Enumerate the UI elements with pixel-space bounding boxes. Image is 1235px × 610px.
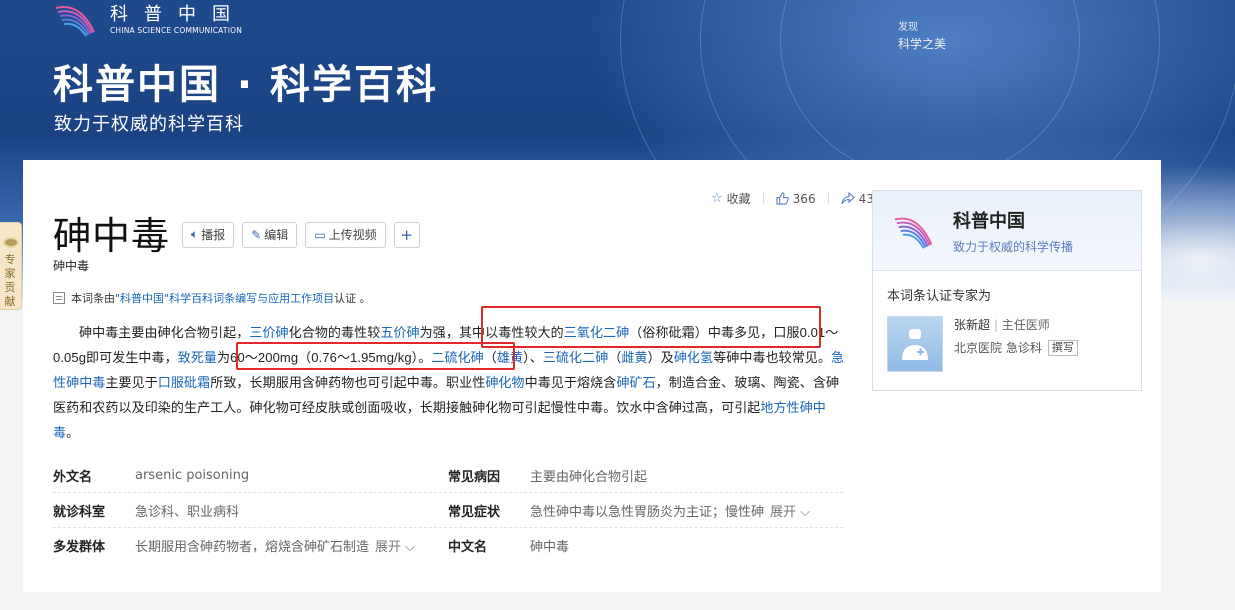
expand-label: 展开 xyxy=(375,540,402,555)
table-row: 外文名 arsenic poisoning 常见病因 主要由砷化合物引起 xyxy=(53,458,843,493)
chevron-down-icon: ⌵ xyxy=(800,504,811,520)
panel-title: 科普中国 xyxy=(953,210,1025,232)
group-expand-button[interactable]: 展开 ⌵ xyxy=(375,536,415,555)
symptom-label: 常见症状 xyxy=(448,504,501,520)
plus-icon: + xyxy=(400,225,413,244)
department-label: 就诊科室 xyxy=(53,504,106,520)
text: 中毒见于熔烧含 xyxy=(524,375,617,390)
kepu-logo-icon xyxy=(894,217,933,249)
symptom-expand-button[interactable]: 展开 ⌵ xyxy=(770,501,810,520)
discover-link[interactable]: 发现 科学之美 xyxy=(898,18,946,52)
text: 。 xyxy=(66,425,80,440)
cn-name-label: 中文名 xyxy=(448,540,488,555)
table-row: 就诊科室 急诊科、职业病科 常见症状 急性砷中毒以急性胃肠炎为主证；慢性砷 展开… xyxy=(53,493,843,528)
panel-subtitle: 致力于权威的科学传播 xyxy=(953,239,1074,254)
broadcast-label: 播报 xyxy=(201,228,226,242)
text: （ xyxy=(608,350,622,365)
certification-line: 本词条由 "科普中国"科学百科词条编写与应用工作项目 认证 。 xyxy=(53,290,371,306)
like-button[interactable]: 366 xyxy=(776,190,816,207)
common-cause-value: 主要由砷化合物引起 xyxy=(530,469,648,485)
table-row: 多发群体 长期服用含砷药物者，熔烧含砷矿石制造 展开 ⌵ 中文名 砷中毒 xyxy=(53,528,843,563)
logo-en-text: CHINA SCIENCE COMMUNICATION xyxy=(110,26,243,35)
collect-button[interactable]: ☆ 收藏 xyxy=(711,190,751,207)
expert-tag: 撰写 xyxy=(1047,339,1078,356)
text: 砷中毒主要由砷化合物引起， xyxy=(79,325,250,340)
group-label: 多发群体 xyxy=(53,540,106,555)
star-icon: ☆ xyxy=(711,191,723,206)
share-button[interactable]: 43 xyxy=(841,190,874,207)
common-cause-label: 常见病因 xyxy=(448,469,501,485)
like-count: 366 xyxy=(792,191,816,206)
cert-suffix: 认证 。 xyxy=(334,292,371,305)
upload-video-button[interactable]: ▭ 上传视频 xyxy=(305,221,386,248)
highlight-box xyxy=(236,342,515,370)
broadcast-button[interactable]: 🔈︎ 播报 xyxy=(182,221,235,248)
expert-label: 本词条认证专家为 xyxy=(887,289,992,304)
thumbs-up-icon xyxy=(776,192,789,205)
expert-org: 北京医院 急诊科 xyxy=(954,341,1042,355)
link-arsenic-trisulfide[interactable]: 三硫化二砷 xyxy=(543,350,609,365)
discover-label: 发现 xyxy=(898,22,918,33)
expert-contribution-tab[interactable]: 专家贡献 xyxy=(0,222,22,310)
chevron-down-icon: ⌵ xyxy=(405,540,416,555)
expert-role: 主任医师 xyxy=(1001,318,1050,332)
add-button[interactable]: + xyxy=(393,221,420,248)
speaker-icon: 🔈︎ xyxy=(191,227,199,241)
certification-panel: 科普中国 致力于权威的科学传播 本词条认证专家为 张新超 | 主任医师 北京医院… xyxy=(872,190,1142,391)
text: 所致，长期服用含砷药物也可引起中毒。职业性 xyxy=(210,375,486,390)
divider xyxy=(827,192,829,204)
video-icon: ▭ xyxy=(314,227,326,242)
symptom-value: 急性砷中毒以急性胃肠炎为主证；慢性砷 xyxy=(530,504,765,520)
site-logo[interactable]: 科普中国 CHINA SCIENCE COMMUNICATION xyxy=(54,2,246,38)
link-arsenide[interactable]: 砷化物 xyxy=(485,375,524,390)
logo-cn-text: 科普中国 xyxy=(110,4,246,25)
basic-info-table: 外文名 arsenic poisoning 常见病因 主要由砷化合物引起 就诊科… xyxy=(53,458,843,563)
expand-label: 展开 xyxy=(770,504,797,520)
side-tab-label: 专家贡献 xyxy=(4,253,16,308)
text: 化合物的毒性较 xyxy=(288,325,381,340)
site-title: 科普中国 · 科学百科 xyxy=(53,62,439,108)
document-icon xyxy=(53,292,65,304)
site-subtitle: 致力于权威的科学百科 xyxy=(54,114,244,135)
link-trivalent-arsenic[interactable]: 三价砷 xyxy=(249,325,288,340)
foreign-name-label: 外文名 xyxy=(53,469,93,485)
discover-title: 科学之美 xyxy=(898,37,947,51)
entry-subtitle: 砷中毒 xyxy=(53,259,90,273)
text: 等砷中毒也较常见。 xyxy=(713,350,832,365)
collect-label: 收藏 xyxy=(726,192,751,206)
link-oral-arsenic[interactable]: 口服砒霜 xyxy=(158,375,210,390)
entry-card: ☆ 收藏 366 43 砷中毒 🔈︎ 播报 ✎ 编辑 ▭ 上传视频 + 砷中毒 … xyxy=(23,160,1161,592)
link-lethal-dose[interactable]: 致死量 xyxy=(178,350,217,365)
edit-label: 编辑 xyxy=(264,228,289,242)
entry-actions: ☆ 收藏 366 43 xyxy=(711,190,886,207)
text: ）、 xyxy=(523,350,543,365)
text: ）及 xyxy=(647,350,674,365)
expert-name[interactable]: 张新超 xyxy=(954,318,990,332)
highlight-box xyxy=(481,306,821,348)
link-pentavalent-arsenic[interactable]: 五价砷 xyxy=(380,325,419,340)
group-value: 长期服用含砷药物者，熔烧含砷矿石制造 xyxy=(135,540,370,555)
link-arsenic-ore[interactable]: 砷矿石 xyxy=(616,375,655,390)
avatar xyxy=(887,316,943,372)
expert-card[interactable]: 张新超 | 主任医师 北京医院 急诊科 撰写 xyxy=(887,316,1141,372)
link-orpiment[interactable]: 雌黄 xyxy=(621,350,647,365)
edit-button[interactable]: ✎ 编辑 xyxy=(242,221,298,248)
share-icon xyxy=(841,192,855,205)
text: 主要见于 xyxy=(105,375,158,390)
kepu-logo-icon xyxy=(55,6,95,37)
cn-name-value: 砷中毒 xyxy=(530,540,570,555)
department-value: 急诊科、职业病科 xyxy=(135,504,240,520)
pencil-icon: ✎ xyxy=(251,227,262,242)
foreign-name-value: arsenic poisoning xyxy=(135,467,250,483)
cert-prefix: 本词条由 xyxy=(71,292,115,305)
entry-title: 砷中毒 xyxy=(53,214,171,258)
divider xyxy=(762,192,764,204)
upload-video-label: 上传视频 xyxy=(328,228,377,242)
doctor-icon xyxy=(902,329,928,360)
link-arsine[interactable]: 砷化氢 xyxy=(674,350,713,365)
medal-icon xyxy=(2,237,19,248)
cert-project-link[interactable]: "科普中国"科学百科词条编写与应用工作项目 xyxy=(115,290,334,306)
